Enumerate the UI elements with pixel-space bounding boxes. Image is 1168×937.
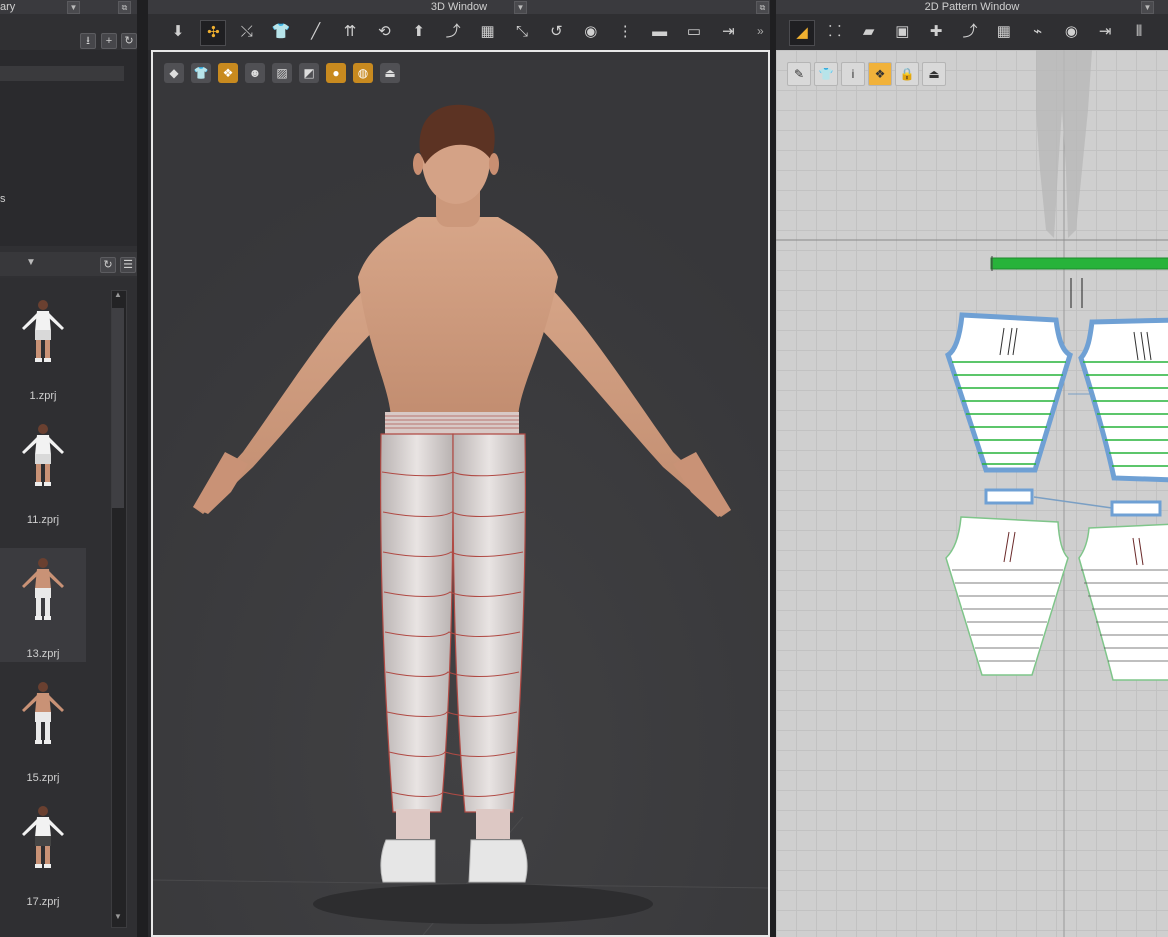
library-file-label: 13.zprj (26, 648, 60, 660)
avatar-thumbnail (22, 300, 64, 362)
flatten-icon[interactable]: ⇈ (338, 20, 362, 44)
list-view-icon[interactable]: ☰ (120, 257, 136, 273)
library-list-toolbar (0, 252, 137, 276)
zipper-icon[interactable]: ⋮ (613, 20, 637, 44)
lock-garment-icon[interactable]: 🔒 (895, 62, 919, 86)
snapshot-icon[interactable]: ◩ (299, 63, 319, 83)
3d-viewport[interactable] (151, 50, 770, 937)
panel-splitter[interactable] (137, 0, 148, 937)
library-file-item[interactable]: 1.zprj (0, 290, 86, 404)
library-path-bar[interactable] (0, 66, 124, 81)
polygon-icon[interactable]: ▰ (857, 20, 881, 44)
window-3d-title-bar: 3D Window ▼ ⧉ (148, 0, 770, 14)
library-file-item[interactable]: 13.zprj (0, 548, 86, 662)
avatar-render (153, 52, 768, 935)
transform-icon[interactable]: ⸬ (823, 20, 847, 44)
texture-icon[interactable]: ❖ (868, 62, 892, 86)
chevron-down-icon[interactable]: ▼ (67, 1, 80, 14)
library-title-bar: ary ▼ ⧉ (0, 0, 137, 14)
grid-icon[interactable]: ▦ (992, 20, 1016, 44)
library-file-label: 15.zprj (26, 772, 60, 784)
sewing-icon[interactable]: ⇥ (1093, 20, 1117, 44)
2d-pattern-canvas[interactable] (776, 50, 1168, 937)
library-file-item[interactable]: 17.zprj (0, 796, 86, 910)
download-icon[interactable]: ⭳ (80, 33, 96, 49)
fold-icon[interactable]: ⤴ (441, 20, 465, 44)
topstitch-icon[interactable]: ▬ (648, 20, 672, 44)
pin-icon[interactable]: ◉ (579, 20, 603, 44)
sewing-icon[interactable]: ⇥ (716, 20, 740, 44)
refresh-icon[interactable]: ↻ (121, 33, 137, 49)
stripes-icon[interactable]: ⦀ (1127, 20, 1151, 44)
undock-icon[interactable]: ⧉ (118, 1, 131, 14)
export-icon[interactable]: ⏏ (922, 62, 946, 86)
avatar-view-icon[interactable]: ☻ (245, 63, 265, 83)
library-file-label: 11.zprj (26, 514, 60, 526)
info-icon[interactable]: i (841, 62, 865, 86)
avatar-pose-icon[interactable]: ⬆ (407, 20, 431, 44)
scroll-down-icon[interactable]: ▼ (111, 912, 125, 924)
pattern-drawing (776, 50, 1168, 937)
cube-icon[interactable]: ◆ (164, 63, 184, 83)
library-file-label: 17.zprj (26, 896, 60, 908)
garment-view-icon[interactable]: 👕 (191, 63, 211, 83)
rectangle-icon[interactable]: ▣ (890, 20, 914, 44)
toolbar-overflow-icon[interactable]: » (757, 24, 764, 38)
measure-icon[interactable]: ⤡ (510, 20, 534, 44)
avatar-thumbnail (22, 806, 64, 868)
library-file-item[interactable]: 15.zprj (0, 672, 86, 786)
scroll-up-icon[interactable]: ▲ (111, 290, 125, 302)
refresh-icon[interactable]: ↻ (100, 257, 116, 273)
iron-icon[interactable]: ▭ (682, 20, 706, 44)
shirt-select-icon[interactable]: 👕 (269, 20, 293, 44)
export-icon[interactable]: ⏏ (380, 63, 400, 83)
add-icon[interactable]: + (101, 33, 117, 49)
tree-item-label[interactable]: s (0, 193, 6, 205)
window-3d-title: 3D Window (430, 1, 488, 13)
globe-icon[interactable]: ◍ (353, 63, 373, 83)
move-icon[interactable]: ✣ (200, 20, 227, 46)
avatar-thumbnail (22, 424, 64, 486)
tack-icon[interactable]: ⟲ (372, 20, 396, 44)
select-pattern-icon[interactable]: ◢ (789, 20, 815, 46)
gizmo-icon[interactable]: ⤯ (235, 20, 259, 44)
undock-icon[interactable]: ⧉ (756, 1, 769, 14)
select-mesh-icon[interactable]: ⬇ (166, 20, 190, 44)
draw-line-icon[interactable]: ╱ (304, 20, 328, 44)
tape-icon[interactable]: ↺ (544, 20, 568, 44)
pin-icon[interactable]: ◉ (1059, 20, 1083, 44)
grid-icon[interactable]: ▦ (476, 20, 500, 44)
garment-icon[interactable]: 👕 (814, 62, 838, 86)
texture-icon[interactable]: ❖ (218, 63, 238, 83)
dart-icon[interactable]: ✚ (924, 20, 948, 44)
segment-sew-icon[interactable]: ⤴ (958, 20, 982, 44)
library-title: ary (0, 1, 16, 13)
render-mode-icon[interactable]: ▨ (272, 63, 292, 83)
trace-icon[interactable]: ⌁ (1026, 20, 1050, 44)
library-file-label: 1.zprj (29, 390, 57, 402)
avatar-thumbnail (22, 682, 64, 744)
brush-icon[interactable]: ✎ (787, 62, 811, 86)
chevron-down-icon[interactable]: ▼ (26, 257, 36, 268)
avatar-thumbnail (22, 558, 64, 620)
library-file-item[interactable]: 11.zprj (0, 414, 86, 528)
skin-icon[interactable]: ● (326, 63, 346, 83)
chevron-down-icon[interactable]: ▼ (1141, 1, 1154, 14)
window-2d-title: 2D Pattern Window (924, 1, 1020, 13)
chevron-down-icon[interactable]: ▼ (514, 1, 527, 14)
window-2d-title-bar: 2D Pattern Window ▼ (776, 0, 1168, 14)
scrollbar-thumb[interactable] (112, 308, 124, 508)
